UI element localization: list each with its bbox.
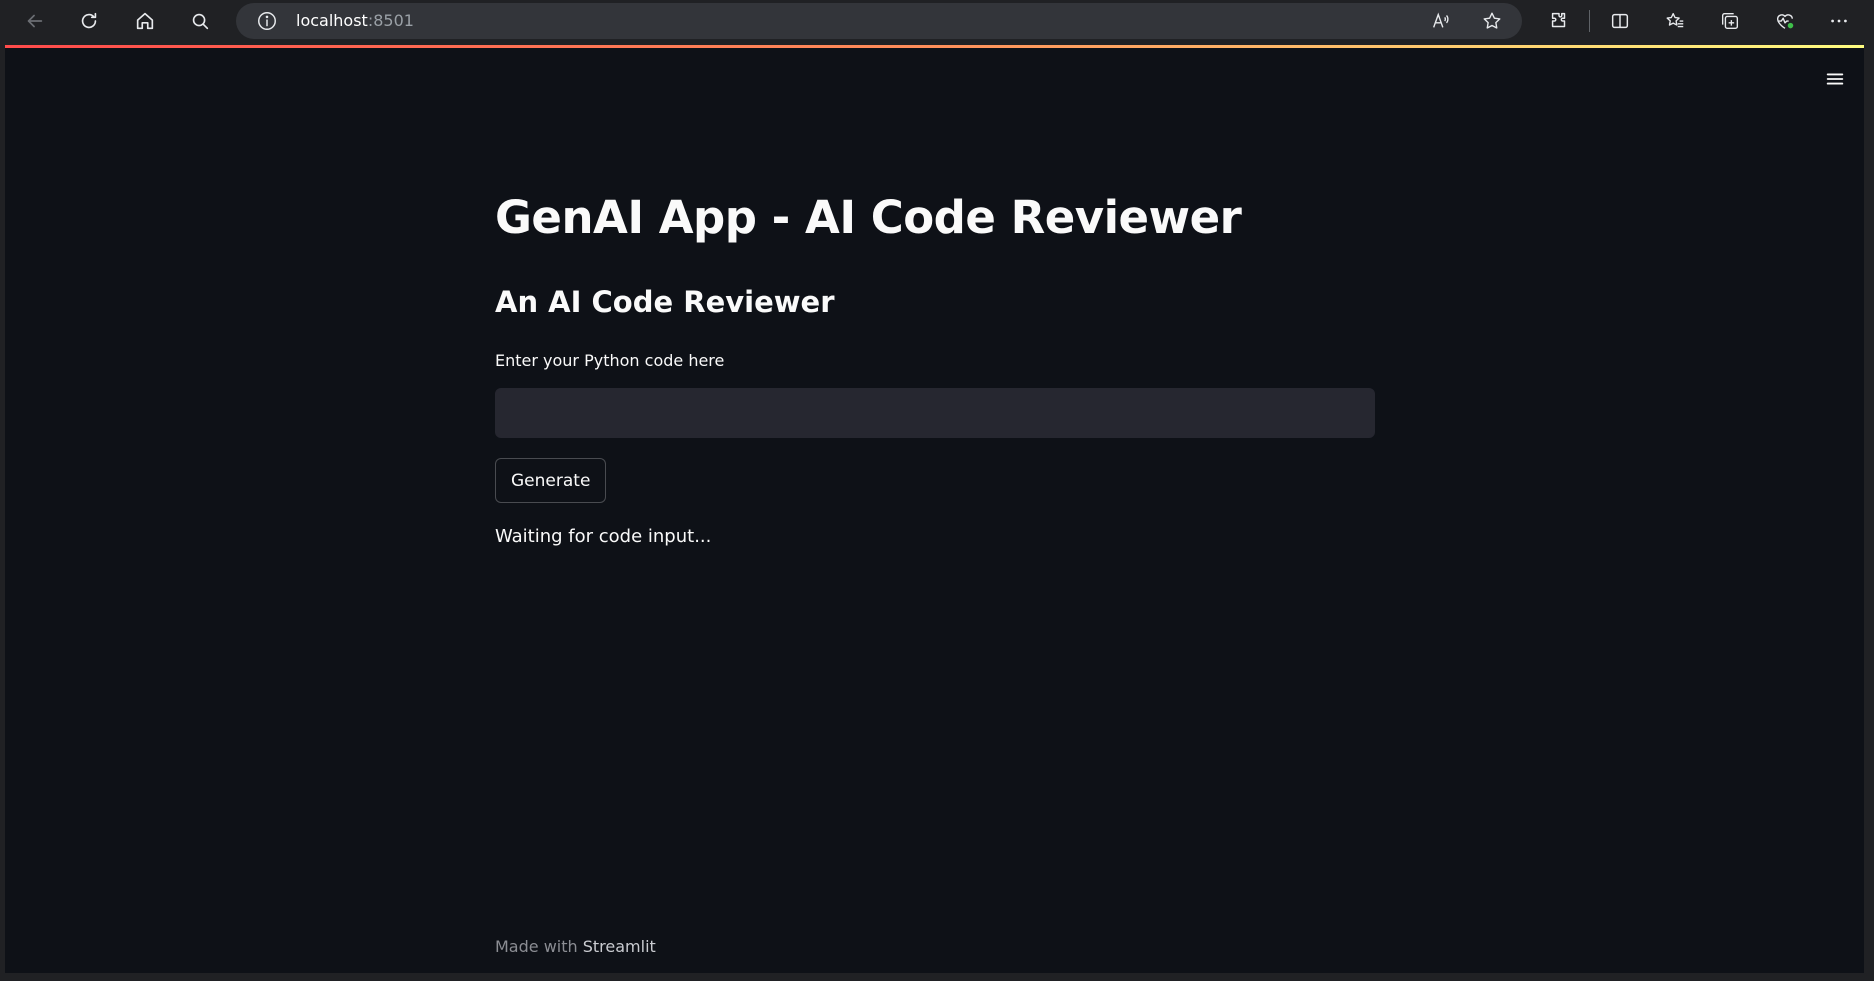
status-text: Waiting for code input... [495, 526, 712, 547]
read-aloud-icon[interactable] [1430, 10, 1452, 32]
streamlit-link[interactable]: Streamlit [583, 937, 656, 956]
star-icon[interactable] [1481, 10, 1503, 32]
app-viewport: GenAI App - AI Code Reviewer An AI Code … [5, 45, 1864, 973]
reload-icon[interactable] [72, 5, 106, 37]
url-host: localhost [296, 11, 368, 30]
footer-prefix: Made with [495, 937, 578, 956]
more-dots-icon[interactable] [1822, 5, 1856, 37]
split-screen-icon[interactable] [1603, 5, 1637, 37]
favorites-list-icon[interactable] [1658, 5, 1692, 37]
address-bar[interactable]: localhost:8501 [236, 3, 1522, 39]
heart-pulse-icon[interactable] [1768, 5, 1802, 37]
page-subtitle: An AI Code Reviewer [495, 285, 835, 319]
toolbar-divider [1589, 10, 1590, 32]
code-input[interactable] [495, 388, 1375, 438]
home-icon[interactable] [128, 5, 162, 37]
code-input-label: Enter your Python code here [495, 351, 725, 370]
browser-toolbar: localhost:8501 [0, 0, 1874, 42]
header-decoration-bar [5, 45, 1864, 48]
url-port: :8501 [367, 11, 414, 30]
page-title: GenAI App - AI Code Reviewer [495, 191, 1242, 244]
footer: Made with Streamlit [495, 937, 656, 956]
generate-button[interactable]: Generate [495, 458, 607, 503]
search-icon[interactable] [183, 5, 217, 37]
info-icon[interactable] [256, 10, 278, 32]
collections-icon[interactable] [1713, 5, 1747, 37]
url-text[interactable]: localhost:8501 [296, 11, 414, 30]
puzzle-icon[interactable] [1542, 5, 1576, 37]
back-arrow-icon[interactable] [18, 5, 52, 37]
hamburger-menu-icon[interactable] [1819, 63, 1851, 95]
